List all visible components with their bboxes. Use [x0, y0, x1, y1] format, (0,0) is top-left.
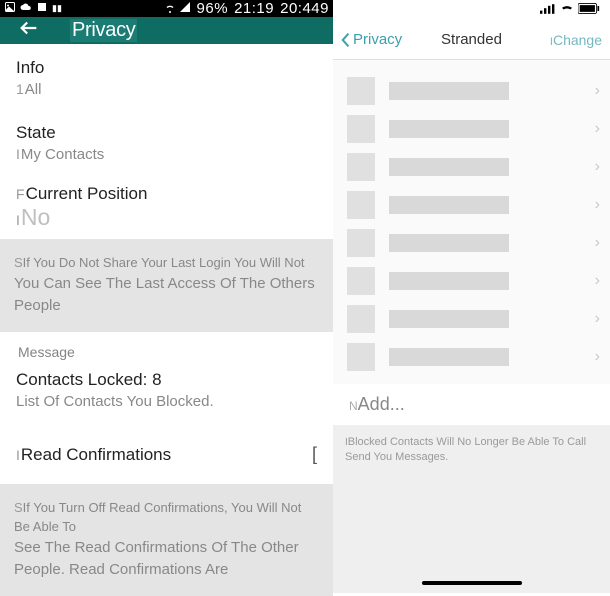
home-indicator — [422, 581, 522, 585]
add-label: Add... — [358, 394, 405, 414]
wifi-icon — [560, 4, 574, 17]
ios-status-bar — [333, 0, 610, 20]
avatar — [347, 191, 375, 219]
list-item[interactable]: › — [333, 112, 610, 146]
avatar — [347, 343, 375, 371]
list-item[interactable]: › — [333, 74, 610, 108]
blocked-sub: List Of Contacts You Blocked. — [16, 393, 317, 410]
blocked-row[interactable]: Contacts Locked: 8 List Of Contacts You … — [0, 368, 333, 426]
info-value: All — [25, 81, 42, 98]
extra-clock: 20:449 — [280, 0, 329, 17]
change-button[interactable]: IChange — [550, 32, 602, 48]
back-button[interactable]: Privacy — [341, 31, 402, 48]
contact-name-placeholder — [389, 158, 509, 176]
list-item[interactable]: › — [333, 188, 610, 222]
list-item[interactable]: › — [333, 264, 610, 298]
avatar — [347, 305, 375, 333]
footer-note: IBlocked Contacts Will No Longer Be Able… — [333, 425, 610, 593]
chevron-right-icon: › — [595, 310, 600, 328]
list-item[interactable]: › — [333, 226, 610, 260]
signal-icon — [179, 1, 191, 16]
read-switch[interactable]: [ — [311, 444, 317, 466]
chevron-right-icon: › — [595, 348, 600, 366]
list-item[interactable]: › — [333, 150, 610, 184]
ios-nav-bar: Privacy Stranded IChange — [333, 20, 610, 60]
contact-name-placeholder — [389, 82, 509, 100]
android-status-bar: ▮▮ 96% 21:19 20:449 — [0, 0, 333, 17]
contact-name-placeholder — [389, 272, 509, 290]
avatar — [347, 229, 375, 257]
clock: 21:19 — [234, 0, 274, 17]
contact-name-placeholder — [389, 234, 509, 252]
chevron-right-icon: › — [595, 272, 600, 290]
bars-icon: ▮▮ — [52, 3, 62, 14]
avatar — [347, 153, 375, 181]
back-arrow-icon[interactable] — [18, 17, 40, 44]
contact-name-placeholder — [389, 196, 509, 214]
chevron-right-icon: › — [595, 82, 600, 100]
contact-name-placeholder — [389, 310, 509, 328]
read-confirmations-row[interactable]: IRead Confirmations [ — [0, 426, 333, 484]
avatar — [347, 267, 375, 295]
state-label: State — [16, 123, 317, 143]
square-icon — [36, 1, 48, 16]
chevron-right-icon: › — [595, 234, 600, 252]
contact-name-placeholder — [389, 348, 509, 366]
blocked-list: › › › › › › › › — [333, 60, 610, 384]
read-label: Read Confirmations — [21, 445, 171, 464]
image-icon — [4, 1, 16, 16]
battery-pct: 96% — [197, 0, 229, 17]
add-row[interactable]: NAdd... — [333, 384, 610, 425]
list-item[interactable]: › — [333, 302, 610, 336]
contact-name-placeholder — [389, 120, 509, 138]
wifi-icon — [164, 1, 176, 16]
login-note: SIf You Do Not Share Your Last Login You… — [0, 239, 333, 332]
signal-icon — [540, 4, 556, 17]
chevron-right-icon: › — [595, 196, 600, 214]
position-label: Current Position — [26, 184, 148, 203]
info-label: Info — [16, 58, 317, 78]
page-title: Privacy — [70, 19, 137, 42]
position-row[interactable]: FCurrent Position INo — [0, 174, 333, 239]
chevron-right-icon: › — [595, 120, 600, 138]
battery-icon — [578, 3, 600, 17]
info-row[interactable]: Info 1All — [0, 44, 333, 109]
read-note: SIf You Turn Off Read Confirmations, You… — [0, 484, 333, 596]
chevron-right-icon: › — [595, 158, 600, 176]
position-value: No — [21, 204, 50, 230]
cloud-icon — [20, 1, 32, 16]
state-value: My Contacts — [21, 146, 104, 163]
blocked-label: Contacts Locked: 8 — [16, 370, 317, 390]
back-label: Privacy — [353, 31, 402, 48]
avatar — [347, 77, 375, 105]
state-row[interactable]: State IMy Contacts — [0, 109, 333, 174]
android-toolbar: Privacy — [0, 17, 333, 44]
message-section-header: Message — [0, 332, 333, 368]
list-item[interactable]: › — [333, 340, 610, 374]
avatar — [347, 115, 375, 143]
